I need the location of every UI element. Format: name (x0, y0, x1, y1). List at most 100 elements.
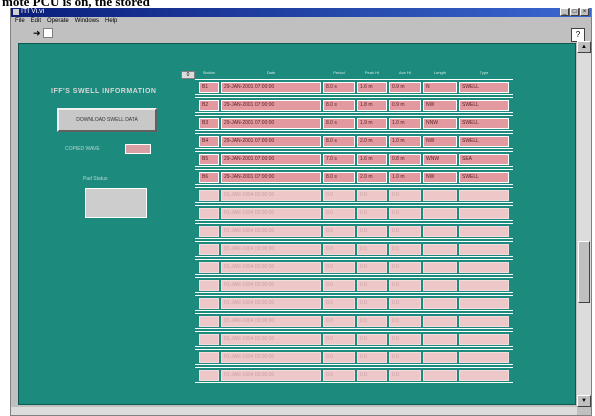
table-cell[interactable] (199, 262, 219, 273)
table-cell[interactable]: 1.6 m (357, 154, 387, 165)
table-cell[interactable]: SWELL (459, 136, 509, 147)
table-cell[interactable]: NW (423, 136, 457, 147)
table-cell[interactable] (423, 280, 457, 291)
table-cell[interactable]: 0.0 (323, 334, 355, 345)
table-cell[interactable]: 0.0 (323, 262, 355, 273)
table-cell[interactable] (423, 370, 457, 381)
table-cell[interactable]: 01-JAN-1904 00:00:00 (221, 226, 321, 237)
table-cell[interactable] (459, 244, 509, 255)
scroll-up-icon[interactable]: ▲ (577, 41, 591, 53)
table-cell[interactable]: B2 (199, 100, 219, 111)
table-cell[interactable]: 7.0 s (323, 154, 355, 165)
table-cell[interactable] (459, 298, 509, 309)
table-cell[interactable]: B1 (199, 82, 219, 93)
table-cell[interactable]: 0.0 (357, 334, 387, 345)
table-cell[interactable]: SWELL (459, 82, 509, 93)
table-cell[interactable] (199, 208, 219, 219)
table-cell[interactable]: SEA (459, 154, 509, 165)
table-cell[interactable]: 0.0 (357, 352, 387, 363)
table-cell[interactable]: 0.0 (323, 190, 355, 201)
table-cell[interactable]: 0.0 (323, 316, 355, 327)
table-cell[interactable] (423, 352, 457, 363)
table-cell[interactable]: SWELL (459, 172, 509, 183)
table-cell[interactable]: 29-JAN-2001 07:00:00 (221, 136, 321, 147)
table-cell[interactable]: 1.6 m (357, 82, 387, 93)
scroll-thumb[interactable] (578, 241, 590, 303)
table-cell[interactable]: 0.0 (357, 316, 387, 327)
table-cell[interactable]: B3 (199, 118, 219, 129)
table-cell[interactable]: 0.0 (389, 262, 421, 273)
table-cell[interactable] (459, 262, 509, 273)
table-cell[interactable]: 0.8 m (389, 154, 421, 165)
table-cell[interactable] (459, 316, 509, 327)
menu-windows[interactable]: Windows (75, 17, 99, 26)
array-index-control[interactable]: 0 (181, 71, 195, 79)
table-cell[interactable]: 29-JAN-2001 07:00:00 (221, 172, 321, 183)
help-icon[interactable]: ? (571, 28, 585, 42)
table-cell[interactable]: B5 (199, 154, 219, 165)
table-cell[interactable]: 01-JAN-1904 00:00:00 (221, 370, 321, 381)
table-cell[interactable] (199, 334, 219, 345)
table-cell[interactable]: 8.0 s (323, 136, 355, 147)
table-cell[interactable]: 1.0 m (389, 172, 421, 183)
table-cell[interactable]: 01-JAN-1904 00:00:00 (221, 190, 321, 201)
table-cell[interactable]: 01-JAN-1904 00:00:00 (221, 334, 321, 345)
table-cell[interactable]: NW (423, 172, 457, 183)
table-cell[interactable]: 29-JAN-2001 07:00:00 (221, 100, 321, 111)
table-cell[interactable]: 0.0 (323, 280, 355, 291)
table-cell[interactable]: 0.0 (357, 262, 387, 273)
table-cell[interactable] (199, 352, 219, 363)
table-cell[interactable] (423, 208, 457, 219)
table-cell[interactable] (459, 280, 509, 291)
table-cell[interactable] (199, 280, 219, 291)
table-cell[interactable]: 0.0 (357, 280, 387, 291)
table-cell[interactable]: 01-JAN-1904 00:00:00 (221, 244, 321, 255)
table-cell[interactable] (199, 298, 219, 309)
table-cell[interactable]: 8.0 s (323, 82, 355, 93)
table-cell[interactable]: 01-JAN-1904 00:00:00 (221, 352, 321, 363)
horizontal-scrollbar[interactable] (11, 407, 577, 415)
menu-file[interactable]: File (15, 17, 25, 26)
table-cell[interactable]: 0.0 (389, 280, 421, 291)
table-cell[interactable]: 8.0 s (323, 172, 355, 183)
table-cell[interactable]: 29-JAN-2001 07:00:00 (221, 82, 321, 93)
table-cell[interactable] (199, 316, 219, 327)
table-cell[interactable]: 2.0 m (357, 172, 387, 183)
table-cell[interactable]: 0.0 (389, 352, 421, 363)
table-cell[interactable]: 01-JAN-1904 00:00:00 (221, 208, 321, 219)
run-arrow-icon[interactable]: ➜ (33, 28, 41, 38)
table-cell[interactable] (199, 244, 219, 255)
table-cell[interactable]: NW (423, 100, 457, 111)
table-cell[interactable]: 0.0 (323, 226, 355, 237)
table-cell[interactable] (423, 190, 457, 201)
table-cell[interactable]: 0.0 (389, 334, 421, 345)
table-cell[interactable]: 0.0 (389, 226, 421, 237)
table-cell[interactable] (423, 334, 457, 345)
download-swell-data-button[interactable]: DOWNLOAD SWELL DATA (57, 108, 157, 132)
menu-help[interactable]: Help (105, 17, 117, 26)
table-cell[interactable]: 0.0 (323, 352, 355, 363)
table-cell[interactable]: 0.0 (389, 316, 421, 327)
scroll-down-icon[interactable]: ▼ (577, 395, 591, 407)
table-cell[interactable]: 0.0 (389, 244, 421, 255)
table-cell[interactable]: 0.0 (357, 190, 387, 201)
table-cell[interactable] (423, 316, 457, 327)
table-cell[interactable]: B6 (199, 172, 219, 183)
table-cell[interactable]: 29-JAN-2001 07:00:00 (221, 118, 321, 129)
table-cell[interactable]: 8.0 s (323, 100, 355, 111)
table-cell[interactable]: 0.0 (323, 244, 355, 255)
table-cell[interactable]: 0.9 m (389, 82, 421, 93)
table-cell[interactable]: 1.8 m (357, 100, 387, 111)
table-cell[interactable] (459, 190, 509, 201)
table-cell[interactable]: 0.0 (323, 208, 355, 219)
table-cell[interactable]: SWELL (459, 118, 509, 129)
table-cell[interactable]: 01-JAN-1904 00:00:00 (221, 298, 321, 309)
table-cell[interactable]: WNW (423, 154, 457, 165)
table-cell[interactable]: 1.0 m (389, 118, 421, 129)
close-button[interactable]: × (580, 8, 589, 16)
maximize-button[interactable]: □ (570, 8, 579, 16)
table-cell[interactable]: 2.0 m (357, 136, 387, 147)
table-cell[interactable]: 01-JAN-1904 00:00:00 (221, 280, 321, 291)
table-cell[interactable] (423, 226, 457, 237)
table-cell[interactable]: B4 (199, 136, 219, 147)
